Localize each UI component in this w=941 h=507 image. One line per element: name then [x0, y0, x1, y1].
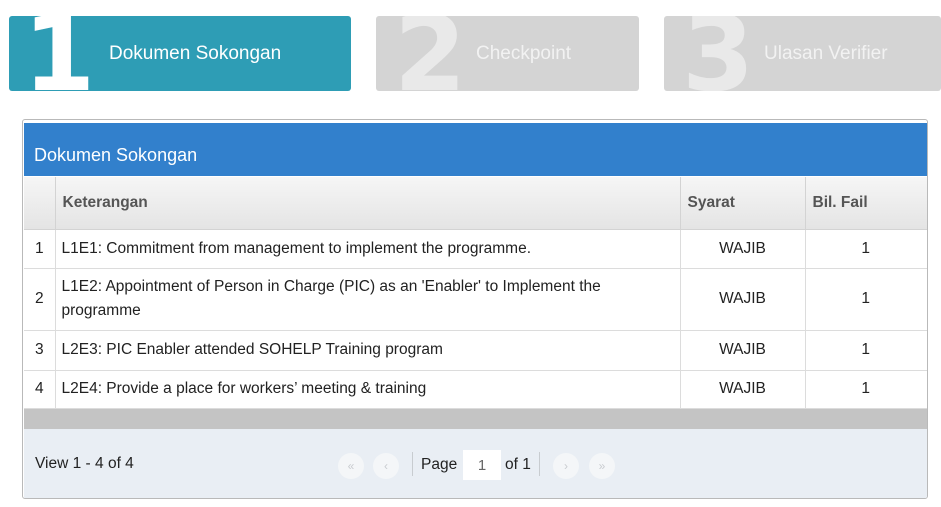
next-page-icon[interactable]: ›	[553, 453, 579, 479]
page-label: Page	[421, 456, 458, 473]
column-header-keterangan[interactable]: Keterangan	[55, 177, 681, 230]
last-page-icon[interactable]: »	[589, 453, 615, 479]
row-bil-fail[interactable]: 1	[805, 268, 927, 331]
pager-divider	[539, 452, 540, 476]
page-number-input[interactable]	[463, 450, 501, 480]
step-number: 2	[394, 16, 467, 91]
row-bil-fail[interactable]: 1	[805, 330, 927, 371]
table-row[interactable]: 2 L1E2: Appointment of Person in Charge …	[24, 268, 927, 331]
panel-title: Dokumen Sokongan	[34, 145, 198, 165]
column-header-syarat[interactable]: Syarat	[680, 177, 806, 230]
total-pages-label: of 1	[505, 456, 531, 473]
row-keterangan: L2E4: Provide a place for workers’ meeti…	[55, 370, 681, 409]
row-syarat: WAJIB	[680, 370, 806, 409]
row-syarat: WAJIB	[680, 330, 806, 371]
documents-table: Keterangan Syarat Bil. Fail 1 L1E1: Comm…	[24, 177, 927, 409]
first-page-icon[interactable]: «	[338, 453, 364, 479]
step-number: 3	[682, 16, 755, 91]
step-label: Checkpoint	[476, 43, 572, 64]
row-keterangan: L1E2: Appointment of Person in Charge (P…	[55, 268, 681, 331]
row-number: 4	[24, 370, 56, 409]
row-syarat: WAJIB	[680, 229, 806, 269]
table-row[interactable]: 1 L1E1: Commitment from management to im…	[24, 229, 927, 269]
panel-header: Dokumen Sokongan	[24, 123, 927, 176]
step-label: Dokumen Sokongan	[109, 43, 282, 64]
table-header-row: Keterangan Syarat Bil. Fail	[24, 177, 927, 230]
horizontal-scrollbar[interactable]	[24, 409, 927, 429]
row-number: 2	[24, 268, 56, 331]
prev-page-icon[interactable]: ‹	[373, 453, 399, 479]
pagination-bar: View 1 - 4 of 4 « ‹ Page of 1 › »	[24, 429, 927, 498]
step-label: Ulasan Verifier	[764, 43, 888, 64]
row-keterangan: L1E1: Commitment from management to impl…	[55, 229, 681, 269]
step-1-dokumen-sokongan[interactable]: 1 Dokumen Sokongan	[9, 16, 351, 91]
column-header-index	[24, 177, 56, 230]
step-3-ulasan-verifier[interactable]: 3 Ulasan Verifier	[664, 16, 941, 91]
row-bil-fail[interactable]: 1	[805, 229, 927, 269]
wizard-steps: 1 Dokumen Sokongan 2 Checkpoint 3 Ulasan…	[9, 16, 941, 91]
row-bil-fail[interactable]: 1	[805, 370, 927, 409]
row-keterangan: L2E3: PIC Enabler attended SOHELP Traini…	[55, 330, 681, 371]
row-number: 3	[24, 330, 56, 371]
column-header-bil-fail[interactable]: Bil. Fail	[805, 177, 927, 230]
table-row[interactable]: 4 L2E4: Provide a place for workers’ mee…	[24, 370, 927, 409]
row-number: 1	[24, 229, 56, 269]
pager-divider	[412, 452, 413, 476]
records-info: View 1 - 4 of 4	[35, 455, 134, 472]
table-row[interactable]: 3 L2E3: PIC Enabler attended SOHELP Trai…	[24, 330, 927, 371]
documents-panel: Dokumen Sokongan Keterangan Syarat Bil. …	[22, 119, 928, 499]
row-syarat: WAJIB	[680, 268, 806, 331]
step-2-checkpoint[interactable]: 2 Checkpoint	[376, 16, 639, 91]
step-number: 1	[23, 16, 96, 91]
